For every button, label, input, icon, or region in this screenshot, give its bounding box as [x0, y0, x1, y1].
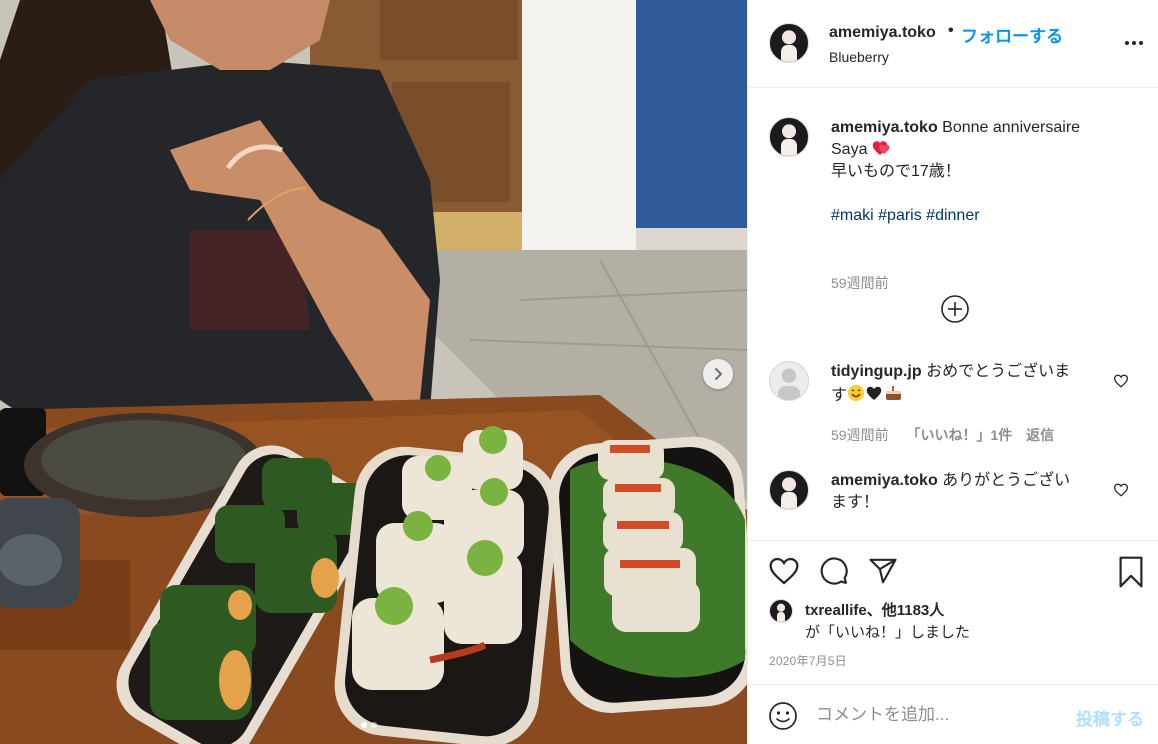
post-location[interactable]: Blueberry	[829, 49, 889, 65]
post-comment-button[interactable]: 投稿する	[1076, 705, 1144, 730]
comment-line1: ありがとうござい	[942, 472, 1071, 489]
heart-icon[interactable]	[768, 556, 800, 586]
hashtag-paris[interactable]: #paris	[878, 207, 922, 224]
carousel-dot	[371, 722, 377, 728]
bookmark-icon[interactable]	[1118, 556, 1144, 588]
liker-avatar[interactable]	[769, 599, 793, 623]
photo-illustration	[0, 0, 747, 744]
next-photo-button[interactable]	[703, 359, 733, 389]
caption-text: amemiya.toko Bonne anniversaire Saya 早いも…	[831, 117, 1099, 227]
load-more-comments-icon[interactable]	[940, 294, 970, 324]
follow-button[interactable]: フォローする	[961, 22, 1063, 47]
chevron-right-icon	[715, 368, 723, 380]
comment-like-count[interactable]: 「いいね！」1件	[906, 427, 1012, 443]
post-header: amemiya.toko • フォローする Blueberry	[748, 0, 1158, 88]
likes-others-count[interactable]: 他1183人	[882, 602, 945, 619]
caption-avatar[interactable]	[769, 117, 809, 157]
post-date[interactable]: 2020年7月5日	[769, 652, 847, 669]
commenter-username[interactable]: tidyingup.jp	[831, 363, 922, 380]
heart-emoji-icon	[872, 141, 890, 155]
comment-icon[interactable]	[818, 556, 850, 586]
caption-time[interactable]: 59週間前	[831, 273, 889, 293]
black-heart-emoji-icon	[866, 386, 882, 400]
comment-time[interactable]: 59週間前	[831, 427, 889, 443]
likes-separator: 、	[866, 602, 882, 619]
comment-meta: 59週間前 「いいね！」1件 返信	[831, 425, 1054, 445]
post-photo[interactable]	[0, 0, 747, 744]
caption-line1: Bonne anniversaire	[942, 119, 1081, 136]
carousel-indicator	[361, 722, 377, 728]
liker-username[interactable]: txreallife	[805, 602, 867, 619]
hashtag-maki[interactable]: #maki	[831, 207, 874, 224]
commenter-avatar[interactable]	[769, 470, 809, 510]
post-actions: txreallife、他1183人 が「いいね！」しました 2020年7月5日	[748, 540, 1158, 676]
hashtag-dinner[interactable]: #dinner	[926, 207, 979, 224]
comments-section: amemiya.toko Bonne anniversaire Saya 早いも…	[748, 89, 1158, 540]
add-comment-bar: 投稿する	[748, 684, 1158, 744]
likes-line1: txreallife、他1183人	[805, 599, 944, 620]
reply-button[interactable]: 返信	[1026, 427, 1054, 443]
caption-line2: Saya	[831, 141, 868, 158]
caption-line3: 早いもので17歳！	[831, 163, 961, 180]
emoji-picker-icon[interactable]	[768, 701, 798, 731]
cake-emoji-icon	[886, 386, 902, 400]
like-comment-heart-icon[interactable]	[1113, 374, 1129, 388]
author-avatar[interactable]	[769, 23, 809, 63]
comment-line2: ます！	[831, 494, 880, 511]
comment-input[interactable]	[816, 703, 1066, 727]
comment-text: amemiya.toko ありがとうござい ます！	[831, 470, 1099, 514]
comment-line2: す	[831, 387, 848, 404]
commenter-username[interactable]: amemiya.toko	[831, 472, 938, 489]
likes-suffix: が「いいね！」しました	[805, 624, 971, 641]
post-side-panel: amemiya.toko • フォローする Blueberry amemiya.…	[747, 0, 1158, 744]
commenter-avatar[interactable]	[769, 361, 809, 401]
smile-emoji-icon	[848, 385, 865, 401]
header-separator: •	[948, 22, 954, 39]
caption-username[interactable]: amemiya.toko	[831, 119, 938, 136]
more-options-icon[interactable]	[1124, 32, 1144, 54]
comment-text: tidyingup.jp おめでとうございま す	[831, 361, 1099, 407]
share-icon[interactable]	[868, 556, 898, 586]
carousel-dot-active	[361, 722, 367, 728]
like-comment-heart-icon[interactable]	[1113, 483, 1129, 497]
comment-emojis	[848, 385, 902, 401]
author-username[interactable]: amemiya.toko	[829, 24, 936, 42]
comment-line1: おめでとうございま	[926, 363, 1071, 380]
